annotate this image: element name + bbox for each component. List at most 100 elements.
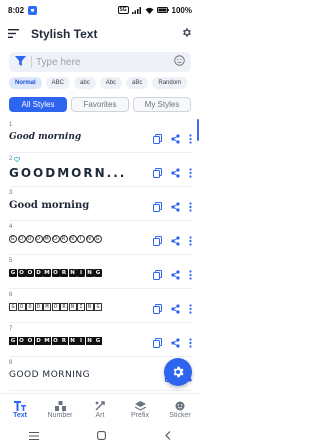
copy-icon[interactable] xyxy=(153,301,162,319)
text-icon xyxy=(14,400,26,411)
styled-letter: G xyxy=(9,303,17,311)
list-item[interactable]: 6 GOODMORNING xyxy=(0,289,200,323)
chip-capitalize[interactable]: Abc xyxy=(99,77,123,89)
styled-letter: I xyxy=(77,303,85,311)
more-icon[interactable] xyxy=(189,267,192,285)
styled-letter: G xyxy=(9,269,17,277)
share-icon[interactable] xyxy=(171,335,180,353)
tab-my-styles[interactable]: My Styles xyxy=(133,97,191,112)
styled-letter: D xyxy=(34,269,43,277)
filter-icon[interactable] xyxy=(15,53,26,71)
tab-all-styles[interactable]: All Styles xyxy=(9,97,67,112)
art-icon xyxy=(95,400,105,411)
styled-text: GOODMORNING xyxy=(9,336,137,345)
copy-icon[interactable] xyxy=(153,267,162,285)
share-icon[interactable] xyxy=(171,199,180,217)
recents-icon[interactable] xyxy=(29,431,40,440)
styled-text: Good morning xyxy=(9,132,82,142)
battery-level: 100% xyxy=(171,5,192,15)
style-number: 1 xyxy=(9,122,13,128)
styled-letter: I xyxy=(77,269,85,277)
styled-letter: O xyxy=(17,269,26,277)
page-title: Stylish Text xyxy=(31,27,98,41)
styled-letter: N xyxy=(68,303,77,311)
nav-sticker[interactable]: Sticker xyxy=(160,394,200,425)
list-item[interactable]: 5 GOODMORNING xyxy=(0,255,200,289)
style-tabs: All Styles Favorites My Styles xyxy=(9,97,191,112)
signal-icon xyxy=(131,6,141,14)
tab-favorites[interactable]: Favorites xyxy=(71,97,129,112)
list-item[interactable]: 1 Good morning xyxy=(0,119,200,153)
more-icon[interactable] xyxy=(189,335,192,353)
nav-text[interactable]: Text xyxy=(0,394,40,425)
styled-letter: I xyxy=(77,337,85,345)
share-icon[interactable] xyxy=(171,267,180,285)
more-icon[interactable] xyxy=(189,131,192,149)
nav-prefix[interactable]: Prefix xyxy=(120,394,160,425)
app-bar: Stylish Text xyxy=(0,20,200,48)
more-icon[interactable] xyxy=(189,301,192,319)
bottom-navigation: Text Number Art Prefix Sticker xyxy=(0,393,200,425)
styles-list[interactable]: 1 Good morning 2 GOODMORN... 3 Good morn… xyxy=(0,119,200,391)
chip-lowercase[interactable]: abc xyxy=(74,77,96,89)
emoji-icon[interactable] xyxy=(174,53,185,71)
chip-uppercase[interactable]: ABC xyxy=(45,77,71,89)
styled-text: GOODMORNING xyxy=(9,268,137,277)
more-icon[interactable] xyxy=(189,199,192,217)
styled-letter: I xyxy=(77,235,85,243)
chip-normal[interactable]: Normal xyxy=(9,77,42,89)
nav-prefix-label: Prefix xyxy=(131,411,149,419)
styled-letter: N xyxy=(68,235,77,243)
copy-icon[interactable] xyxy=(153,131,162,149)
styled-letter: N xyxy=(85,269,94,277)
style-number: 6 xyxy=(9,292,13,298)
prefix-icon xyxy=(134,400,146,411)
back-icon[interactable] xyxy=(164,431,171,440)
style-number: 5 xyxy=(9,258,13,264)
share-icon[interactable] xyxy=(171,233,180,251)
styled-letter: R xyxy=(60,303,68,311)
styled-letter: O xyxy=(51,337,60,345)
gear-icon[interactable] xyxy=(181,25,192,43)
copy-icon[interactable] xyxy=(153,199,162,217)
list-item[interactable]: 7 GOODMORNING xyxy=(0,323,200,357)
styled-letter: G xyxy=(94,235,102,243)
chip-random[interactable]: Random xyxy=(152,77,188,89)
share-icon[interactable] xyxy=(171,301,180,319)
menu-icon[interactable] xyxy=(8,25,19,43)
heart-icon[interactable] xyxy=(14,156,21,162)
nav-art-label: Art xyxy=(95,411,105,419)
styled-text: Good morning xyxy=(9,200,90,211)
more-icon[interactable] xyxy=(189,165,192,183)
list-item[interactable]: 4 GOODMORNING xyxy=(0,221,200,255)
home-icon[interactable] xyxy=(97,431,107,440)
styled-letter: O xyxy=(17,337,26,345)
system-navigation xyxy=(0,425,200,446)
nav-number[interactable]: Number xyxy=(40,394,80,425)
app-notification-icon xyxy=(28,5,38,15)
share-icon[interactable] xyxy=(171,165,180,183)
copy-icon[interactable] xyxy=(153,335,162,353)
case-chips: Normal ABC abc Abc aBc Random xyxy=(9,77,195,89)
list-item[interactable]: 2 GOODMORN... xyxy=(0,153,200,187)
text-input[interactable] xyxy=(36,56,146,68)
styled-letter: M xyxy=(43,337,51,345)
copy-icon[interactable] xyxy=(153,165,162,183)
styled-letter: G xyxy=(94,269,102,277)
scrollbar-thumb[interactable] xyxy=(197,119,199,141)
chip-alternating[interactable]: aBc xyxy=(126,77,149,89)
styled-letter: N xyxy=(85,337,94,345)
settings-fab-button[interactable] xyxy=(164,358,192,386)
share-icon[interactable] xyxy=(171,131,180,149)
more-icon[interactable] xyxy=(189,233,192,251)
nav-sticker-label: Sticker xyxy=(169,411,191,419)
nav-number-label: Number xyxy=(47,411,73,419)
nav-art[interactable]: Art xyxy=(80,394,120,425)
styled-text: GOODMORN... xyxy=(9,166,127,180)
copy-icon[interactable] xyxy=(153,233,162,251)
styled-letter: O xyxy=(17,303,26,311)
styled-letter: D xyxy=(34,337,43,345)
search-bar xyxy=(9,52,191,72)
styled-letter: M xyxy=(43,269,51,277)
list-item[interactable]: 3 Good morning xyxy=(0,187,200,221)
